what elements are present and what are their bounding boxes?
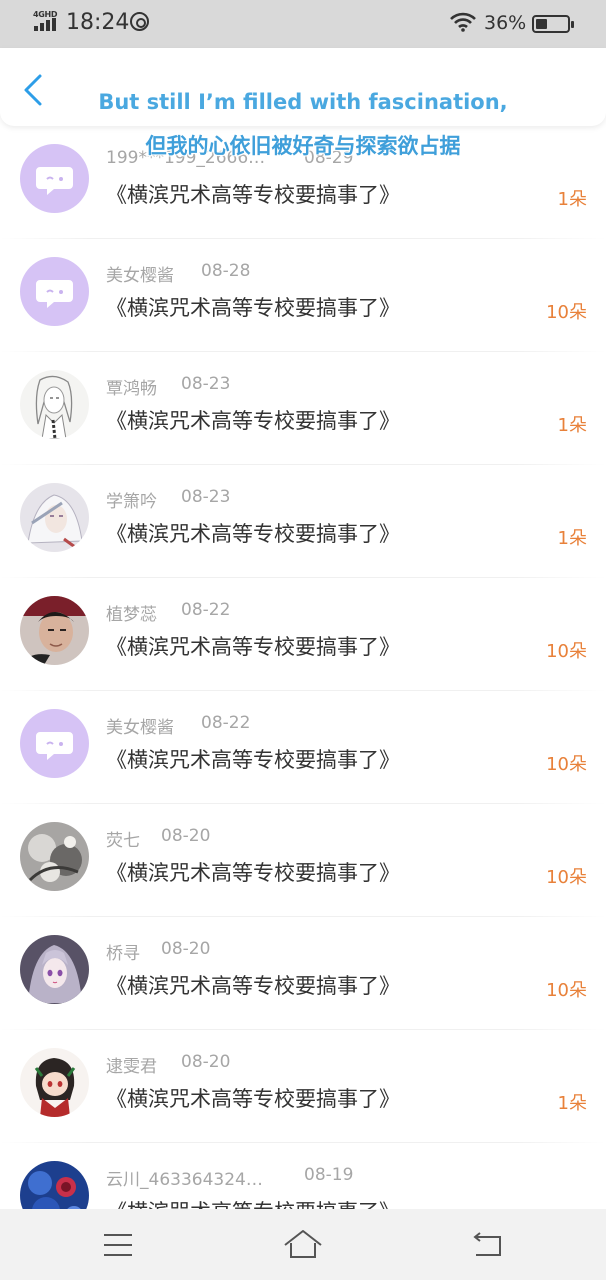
home-button[interactable] <box>281 1223 325 1267</box>
battery-icon <box>532 15 574 33</box>
menu-button[interactable] <box>96 1223 140 1267</box>
username: 荧七 <box>106 831 140 851</box>
username: 逮雯君 <box>106 1057 157 1077</box>
book-title: 《横滨咒术高等专校要搞事了》 <box>106 974 400 998</box>
flower-count: 10朵 <box>546 641 587 662</box>
timestamp: 08-20 <box>161 826 211 846</box>
timestamp: 08-20 <box>161 939 211 959</box>
battery-percent: 36% <box>484 12 527 34</box>
avatar[interactable] <box>20 257 89 326</box>
battery-level <box>536 19 547 29</box>
book-title: 《横滨咒术高等专校要搞事了》 <box>106 1087 400 1111</box>
timestamp: 08-19 <box>304 1165 354 1185</box>
username: 学箫吟 <box>106 492 157 512</box>
flower-count: 10朵 <box>546 754 587 775</box>
username: 美女樱酱 <box>106 718 174 738</box>
username: 覃鸿畅 <box>106 379 157 399</box>
avatar[interactable] <box>20 483 89 552</box>
flower-count: 1朵 <box>557 189 587 210</box>
status-bar: 4GHD 18:24 36% <box>0 0 606 48</box>
book-title: 《横滨咒术高等专校要搞事了》 <box>106 861 400 885</box>
timestamp: 08-23 <box>181 374 231 394</box>
book-title: 《横滨咒术高等专校要搞事了》 <box>106 1196 400 1209</box>
username: 云川_463364324… <box>106 1170 263 1190</box>
book-title: 《横滨咒术高等专校要搞事了》 <box>106 748 400 772</box>
list-item[interactable]: 植梦蕊 08-22 《横滨咒术高等专校要搞事了》 10朵 <box>0 578 606 691</box>
avatar[interactable] <box>20 1161 89 1209</box>
menu-icon <box>104 1234 132 1256</box>
system-back-button[interactable] <box>466 1223 510 1267</box>
avatar[interactable] <box>20 370 89 439</box>
list-item[interactable]: 美女樱酱 08-22 《横滨咒术高等专校要搞事了》 10朵 <box>0 691 606 804</box>
home-icon <box>284 1230 322 1258</box>
list-item[interactable]: 学箫吟 08-23 《横滨咒术高等专校要搞事了》 1朵 <box>0 465 606 578</box>
clock: 18:24 <box>66 10 130 35</box>
subtitle-english: But still I’m filled with fascination, <box>98 90 508 114</box>
flower-count: 1朵 <box>557 528 587 549</box>
list-item[interactable]: 云川_463364324… 08-19 《横滨咒术高等专校要搞事了》 <box>0 1143 606 1209</box>
flower-count: 1朵 <box>557 415 587 436</box>
book-title: 《横滨咒术高等专校要搞事了》 <box>106 409 400 433</box>
book-title: 《横滨咒术高等专校要搞事了》 <box>106 183 400 207</box>
avatar[interactable] <box>20 596 89 665</box>
username: 桥寻 <box>106 944 140 964</box>
list-item[interactable]: 覃鸿畅 08-23 《横滨咒术高等专校要搞事了》 1朵 <box>0 352 606 465</box>
list-item[interactable]: 美女樱酱 08-28 《横滨咒术高等专校要搞事了》 10朵 <box>0 239 606 352</box>
flower-count: 10朵 <box>546 980 587 1001</box>
system-nav-bar <box>0 1209 606 1280</box>
subtitle-chinese: 但我的心依旧被好奇与探索欲占据 <box>145 134 461 158</box>
sync-icon <box>130 12 149 31</box>
wifi-icon <box>450 12 476 32</box>
avatar[interactable] <box>20 709 89 778</box>
timestamp: 08-28 <box>201 261 251 281</box>
book-title: 《横滨咒术高等专校要搞事了》 <box>106 635 400 659</box>
timestamp: 08-20 <box>181 1052 231 1072</box>
timestamp: 08-23 <box>181 487 231 507</box>
list-item[interactable]: 桥寻 08-20 《横滨咒术高等专校要搞事了》 10朵 <box>0 917 606 1030</box>
timestamp: 08-22 <box>181 600 231 620</box>
username: 美女樱酱 <box>106 266 174 286</box>
cellular-signal-icon: 4GHD <box>33 10 59 33</box>
timestamp: 08-22 <box>201 713 251 733</box>
username: 植梦蕊 <box>106 605 157 625</box>
book-title: 《横滨咒术高等专校要搞事了》 <box>106 296 400 320</box>
app-header <box>0 48 606 126</box>
gift-record-list: 199***199_2666… 08-29 《横滨咒术高等专校要搞事了》 1朵 美女樱酱… <box>0 126 606 1209</box>
flower-count: 10朵 <box>546 302 587 323</box>
avatar[interactable] <box>20 935 89 1004</box>
back-arrow-icon <box>473 1232 501 1256</box>
avatar[interactable] <box>20 822 89 891</box>
book-title: 《横滨咒术高等专校要搞事了》 <box>106 522 400 546</box>
avatar[interactable] <box>20 1048 89 1117</box>
flower-count: 10朵 <box>546 867 587 888</box>
flower-count: 1朵 <box>557 1093 587 1114</box>
list-item[interactable]: 荧七 08-20 《横滨咒术高等专校要搞事了》 10朵 <box>0 804 606 917</box>
list-item[interactable]: 逮雯君 08-20 《横滨咒术高等专校要搞事了》 1朵 <box>0 1030 606 1143</box>
